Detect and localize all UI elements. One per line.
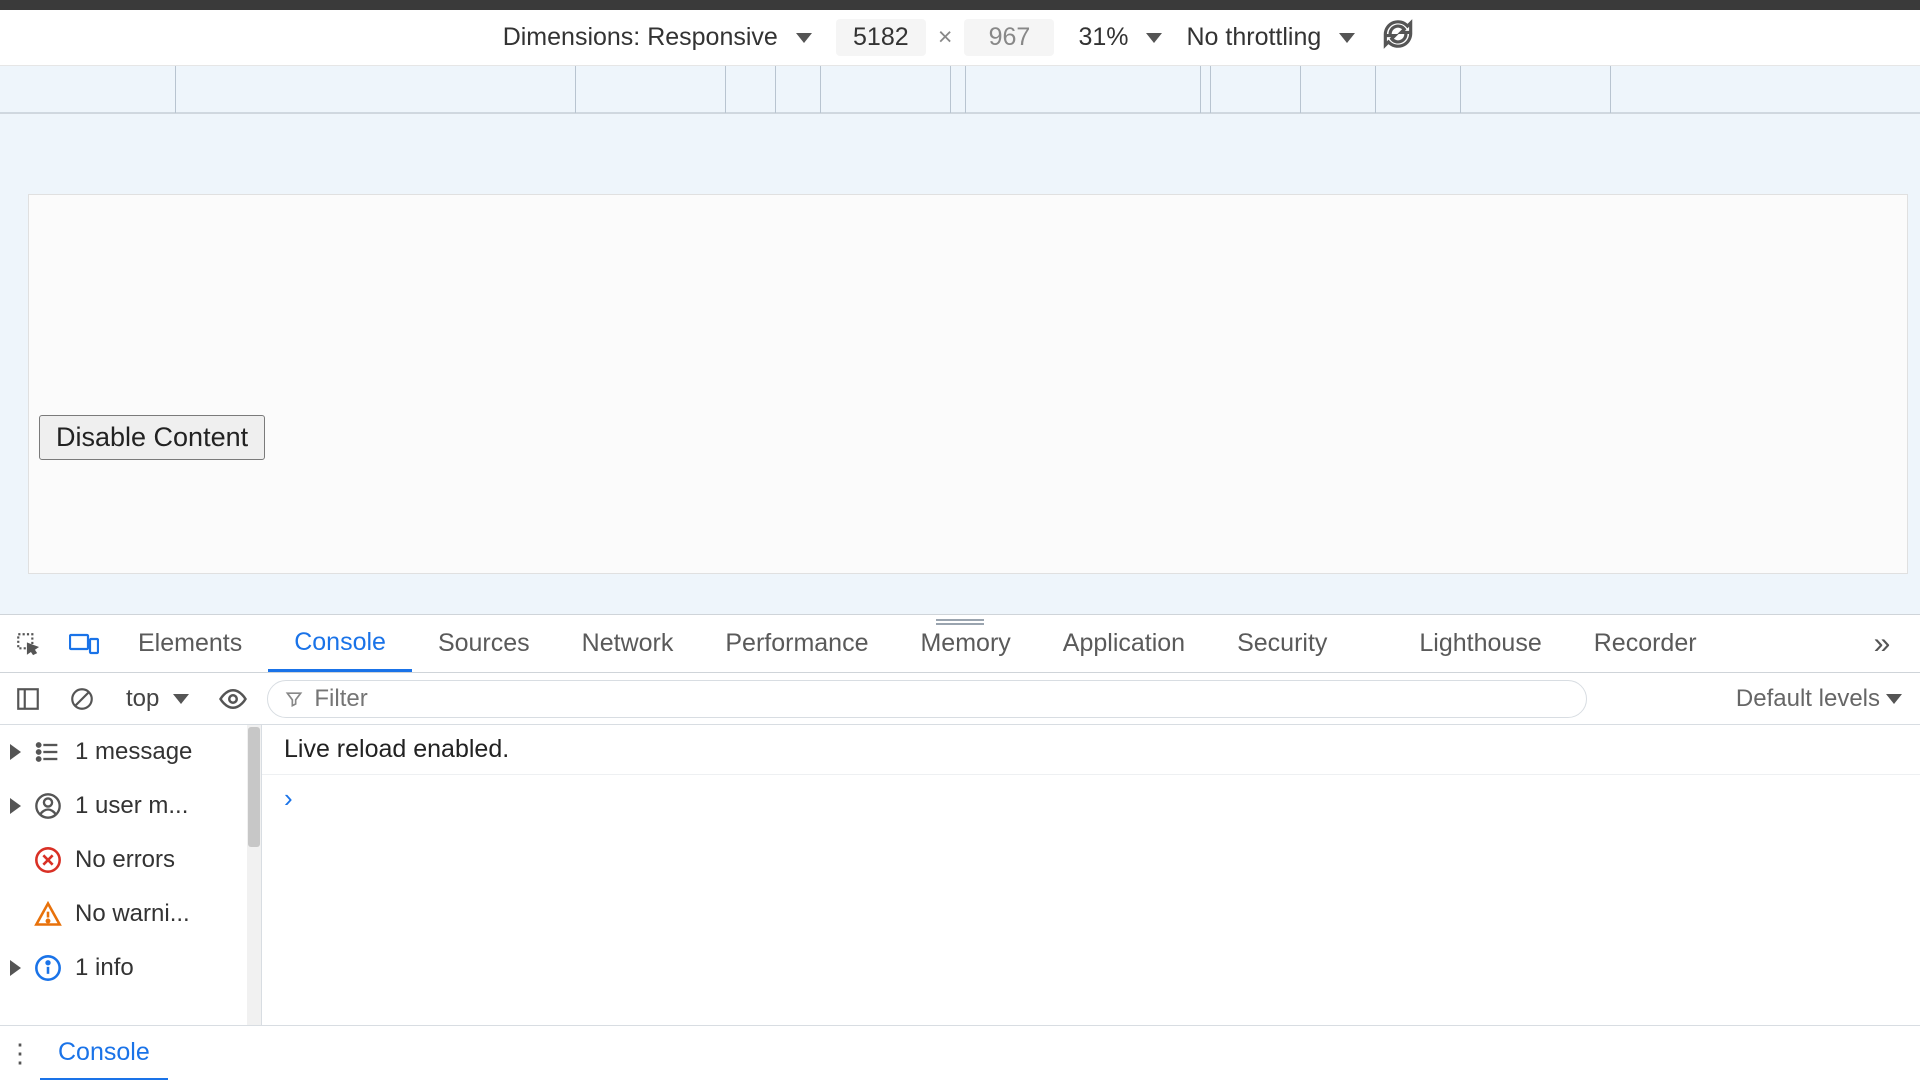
- browser-chrome-strip: [0, 0, 1920, 10]
- chevron-down-icon: [1886, 694, 1902, 704]
- throttling-dropdown[interactable]: No throttling: [1186, 23, 1355, 52]
- user-icon: [33, 791, 63, 821]
- sidebar-item[interactable]: No errors: [0, 833, 261, 887]
- list-icon: [33, 737, 63, 767]
- tab-sources[interactable]: Sources: [412, 615, 556, 672]
- throttling-value: No throttling: [1186, 23, 1321, 52]
- chevron-down-icon: [1339, 33, 1355, 43]
- console-body: 1 message 1 user m... No errors No warni...…: [0, 725, 1920, 1025]
- toggle-device-icon[interactable]: [56, 615, 112, 672]
- devtools-panel: ElementsConsoleSourcesNetworkPerformance…: [0, 614, 1920, 1080]
- disable-content-button[interactable]: Disable Content: [39, 415, 265, 460]
- drawer-tab-console[interactable]: Console: [40, 1026, 168, 1080]
- ruler-tick: [1610, 66, 1611, 113]
- ruler-tick: [1300, 66, 1301, 113]
- ruler-tick: [575, 66, 576, 113]
- filter-box[interactable]: [267, 680, 1587, 718]
- filter-icon: [284, 689, 304, 709]
- filter-input[interactable]: [314, 685, 1570, 713]
- log-message: Live reload enabled.: [262, 725, 1920, 775]
- chevron-down-icon: [1146, 33, 1162, 43]
- context-value: top: [126, 685, 159, 713]
- sidebar-item[interactable]: 1 info: [0, 941, 261, 995]
- sidebar-item-label: 1 info: [75, 954, 134, 982]
- ruler-tick: [725, 66, 726, 113]
- ruler-tick: [950, 66, 951, 113]
- ruler-tick: [175, 66, 176, 113]
- tab-console[interactable]: Console: [268, 615, 412, 672]
- ruler-tick: [965, 66, 966, 113]
- dimensions-separator: ×: [938, 23, 953, 52]
- log-levels-dropdown[interactable]: Default levels: [1736, 685, 1912, 713]
- sidebar-item[interactable]: No warni...: [0, 887, 261, 941]
- sidebar-item[interactable]: 1 user m...: [0, 779, 261, 833]
- sidebar-scrollbar[interactable]: [247, 725, 261, 1025]
- expand-icon[interactable]: [10, 798, 21, 814]
- tab-performance[interactable]: Performance: [699, 615, 894, 672]
- chevron-down-icon: [796, 33, 812, 43]
- more-tabs-icon[interactable]: »: [1864, 615, 1920, 672]
- zoom-dropdown[interactable]: 31%: [1078, 23, 1162, 52]
- scrollbar-thumb[interactable]: [248, 727, 260, 847]
- sidebar-item-label: 1 message: [75, 738, 192, 766]
- zoom-value: 31%: [1078, 23, 1128, 52]
- sidebar-item[interactable]: 1 message: [0, 725, 261, 779]
- devtools-drawer: ⋮ Console: [0, 1025, 1920, 1080]
- width-input[interactable]: [836, 19, 926, 56]
- chevron-down-icon: [173, 694, 189, 704]
- dimensions-label: Dimensions: Responsive: [503, 23, 778, 52]
- inspect-icon[interactable]: [0, 615, 56, 672]
- tab-recorder[interactable]: Recorder: [1568, 615, 1723, 672]
- sidebar-item-label: No errors: [75, 846, 175, 874]
- ruler-tick: [820, 66, 821, 113]
- console-log: Live reload enabled. ›: [262, 725, 1920, 1025]
- drawer-menu-icon[interactable]: ⋮: [0, 1038, 40, 1069]
- tab-lighthouse[interactable]: Lighthouse: [1393, 615, 1567, 672]
- ruler-tick: [775, 66, 776, 113]
- page-frame: Disable Content: [28, 194, 1908, 574]
- sidebar-item-label: No warni...: [75, 900, 190, 928]
- console-toolbar: top Default levels: [0, 673, 1920, 725]
- context-selector[interactable]: top: [116, 685, 199, 713]
- sidebar-item-label: 1 user m...: [75, 792, 188, 820]
- console-prompt[interactable]: ›: [262, 775, 1920, 822]
- warning-icon: [33, 899, 63, 929]
- height-input[interactable]: [964, 19, 1054, 56]
- console-sidebar: 1 message 1 user m... No errors No warni...…: [0, 725, 262, 1025]
- rotate-icon[interactable]: [1379, 15, 1417, 60]
- ruler-tick: [1460, 66, 1461, 113]
- info-icon: [33, 953, 63, 983]
- breakpoint-ruler: [0, 66, 1920, 114]
- dimensions-dropdown[interactable]: Dimensions: Responsive: [503, 23, 812, 52]
- toggle-sidebar-icon[interactable]: [8, 686, 48, 712]
- device-viewport: Disable Content: [0, 114, 1920, 614]
- error-icon: [33, 845, 63, 875]
- resize-handle[interactable]: [936, 618, 984, 626]
- expand-icon[interactable]: [10, 960, 21, 976]
- live-expression-icon[interactable]: [213, 684, 253, 714]
- tab-application[interactable]: Application: [1037, 615, 1211, 672]
- tab-security[interactable]: Security: [1211, 615, 1353, 672]
- clear-console-icon[interactable]: [62, 686, 102, 712]
- ruler-tick: [1210, 66, 1211, 113]
- expand-icon[interactable]: [10, 744, 21, 760]
- device-toolbar: Dimensions: Responsive × 31% No throttli…: [0, 10, 1920, 66]
- tab-network[interactable]: Network: [556, 615, 700, 672]
- ruler-tick: [1375, 66, 1376, 113]
- ruler-tick: [1200, 66, 1201, 113]
- tab-elements[interactable]: Elements: [112, 615, 268, 672]
- levels-label: Default levels: [1736, 685, 1880, 713]
- dimensions-inputs: ×: [836, 19, 1055, 56]
